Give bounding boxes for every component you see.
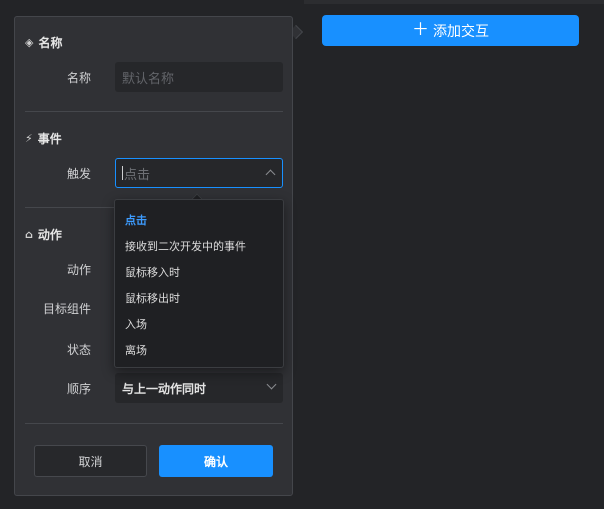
name-field-label: 名称 [66, 71, 91, 85]
trigger-label: 触发 [66, 167, 91, 181]
trigger-select-value: 点击 [124, 167, 151, 183]
cancel-button-label: 取消 [78, 454, 103, 469]
order-label: 顺序 [66, 382, 91, 396]
action-section-title: ⌂ 动作 [25, 226, 62, 243]
action-icon: ⌂ [25, 228, 33, 241]
dropdown-option-click[interactable]: 点击 [125, 212, 147, 228]
name-input[interactable]: 默认名称 [115, 62, 283, 92]
dropdown-option-leave[interactable]: 离场 [125, 342, 147, 358]
event-section-title: ⚡ 事件 [25, 130, 62, 147]
diamond-icon: ◈ [25, 36, 34, 49]
trigger-select[interactable]: 点击 [115, 158, 283, 188]
add-interaction-button[interactable]: ＋ 添加交互 [322, 15, 579, 46]
state-label: 状态 [66, 343, 91, 357]
name-input-placeholder: 默认名称 [122, 71, 175, 87]
name-section-title: ◈ 名称 [25, 34, 62, 51]
dropdown-option-enter[interactable]: 入场 [125, 316, 147, 332]
divider [25, 111, 283, 112]
divider [25, 423, 283, 424]
chevron-up-icon [265, 169, 276, 180]
confirm-button-label: 确认 [203, 454, 228, 469]
action-section-title-text: 动作 [37, 228, 62, 242]
dropdown-option-custom-event[interactable]: 接收到二次开发中的事件 [125, 238, 246, 254]
add-interaction-label: 添加交互 [433, 23, 489, 40]
name-section-title-text: 名称 [38, 36, 63, 50]
order-select-value: 与上一动作同时 [122, 381, 207, 396]
order-select[interactable]: 与上一动作同时 [115, 373, 283, 403]
canvas-top-border [304, 0, 604, 4]
canvas-area [304, 0, 604, 509]
chevron-down-icon [266, 379, 277, 390]
dropdown-option-mouse-enter[interactable]: 鼠标移入时 [125, 264, 180, 280]
trigger-dropdown-menu: 点击 接收到二次开发中的事件 鼠标移入时 鼠标移出时 入场 离场 [114, 199, 284, 368]
text-cursor [122, 166, 123, 180]
plus-icon: ＋ [412, 20, 429, 40]
cancel-button[interactable]: 取消 [34, 445, 147, 477]
confirm-button[interactable]: 确认 [159, 445, 273, 477]
lightning-icon: ⚡ [25, 132, 33, 145]
target-component-label: 目标组件 [42, 302, 91, 316]
action-label: 动作 [66, 263, 91, 277]
dropdown-option-mouse-leave[interactable]: 鼠标移出时 [125, 290, 180, 306]
event-section-title-text: 事件 [37, 132, 62, 146]
